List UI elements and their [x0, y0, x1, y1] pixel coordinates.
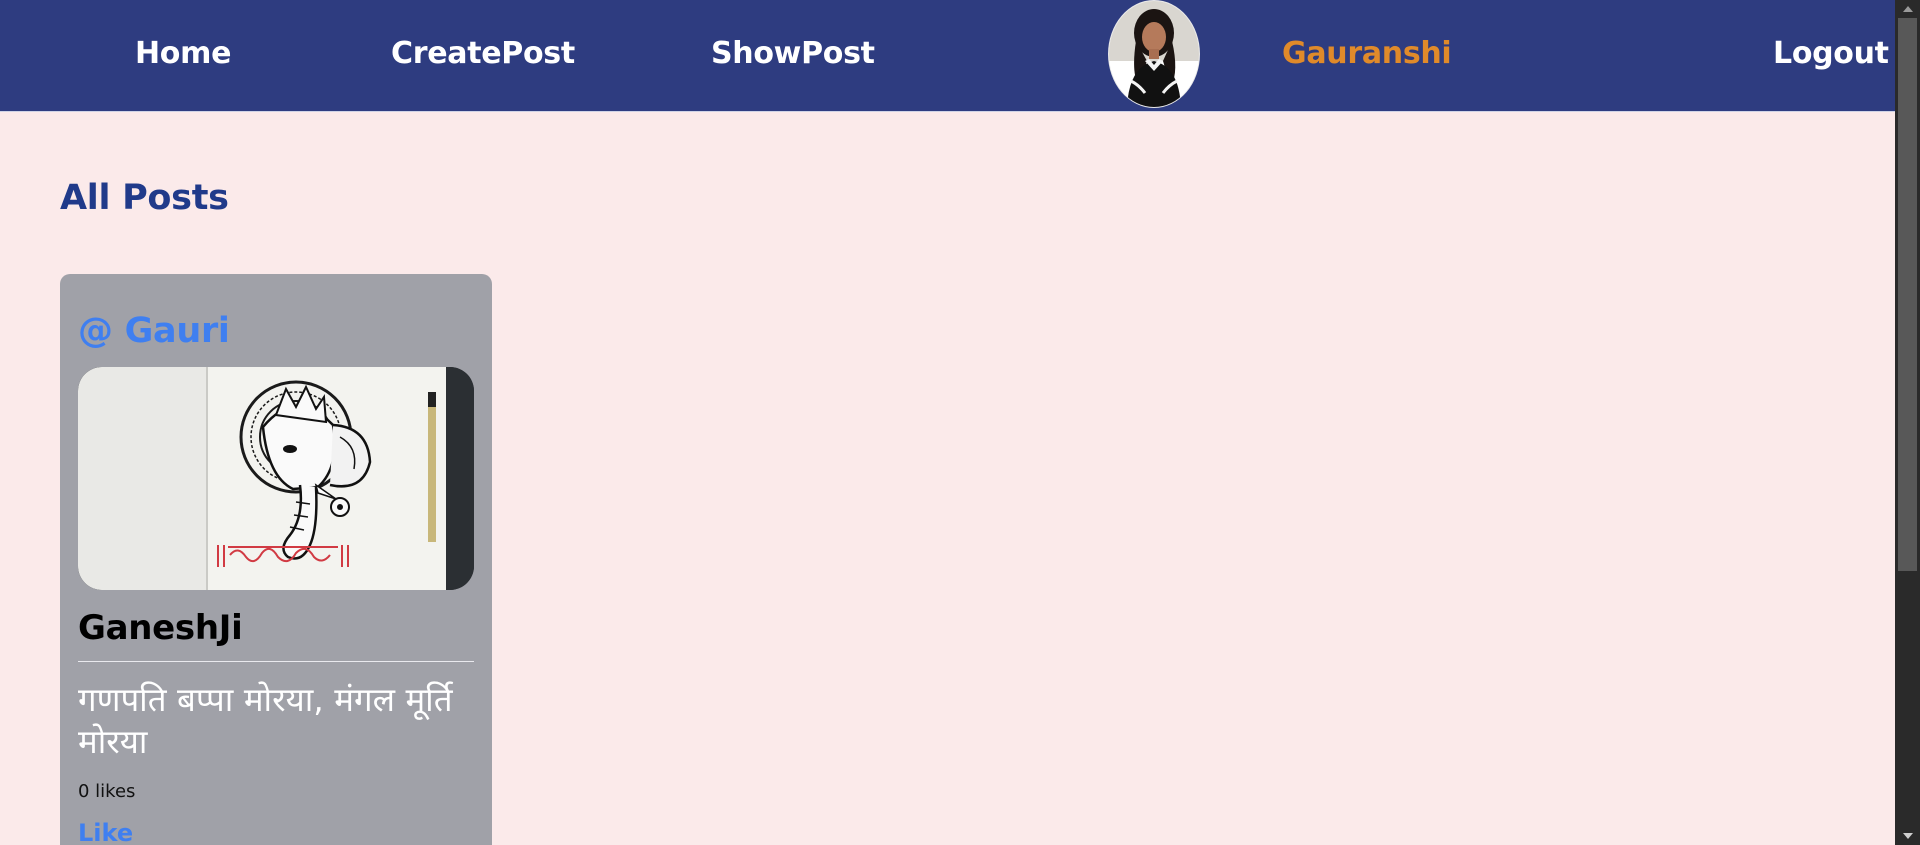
scrollbar-thumb[interactable] [1898, 18, 1917, 571]
nav-home-link[interactable]: Home [135, 36, 231, 72]
vertical-scrollbar[interactable] [1895, 0, 1920, 845]
post-title: GaneshJi [78, 608, 243, 648]
nav-create-post-link[interactable]: CreatePost [391, 36, 575, 72]
post-like-count: 0 likes [78, 781, 136, 802]
user-avatar[interactable] [1108, 0, 1200, 108]
like-button[interactable]: Like [78, 819, 133, 845]
nav-username-link[interactable]: Gauranshi [1282, 36, 1452, 72]
post-body: गणपति बप्पा मोरया, मंगल मूर्ति मोरया [78, 680, 453, 761]
page-title: All Posts [60, 178, 229, 218]
nav-show-post-link[interactable]: ShowPost [711, 36, 875, 72]
ganesh-sketch-image [78, 367, 474, 590]
post-author[interactable]: @ Gauri [78, 310, 230, 352]
user-avatar-icon [1109, 1, 1199, 107]
scroll-down-icon[interactable] [1895, 827, 1920, 845]
post-image [78, 367, 474, 590]
top-navbar: Home CreatePost ShowPost Gauranshi Logou… [0, 0, 1895, 112]
nav-logout-link[interactable]: Logout [1773, 36, 1889, 72]
post-divider [78, 661, 474, 662]
scroll-up-icon[interactable] [1895, 0, 1920, 18]
post-card: @ Gauri GaneshJi गणपति बप्पा मोरया, मंगल… [60, 274, 492, 845]
